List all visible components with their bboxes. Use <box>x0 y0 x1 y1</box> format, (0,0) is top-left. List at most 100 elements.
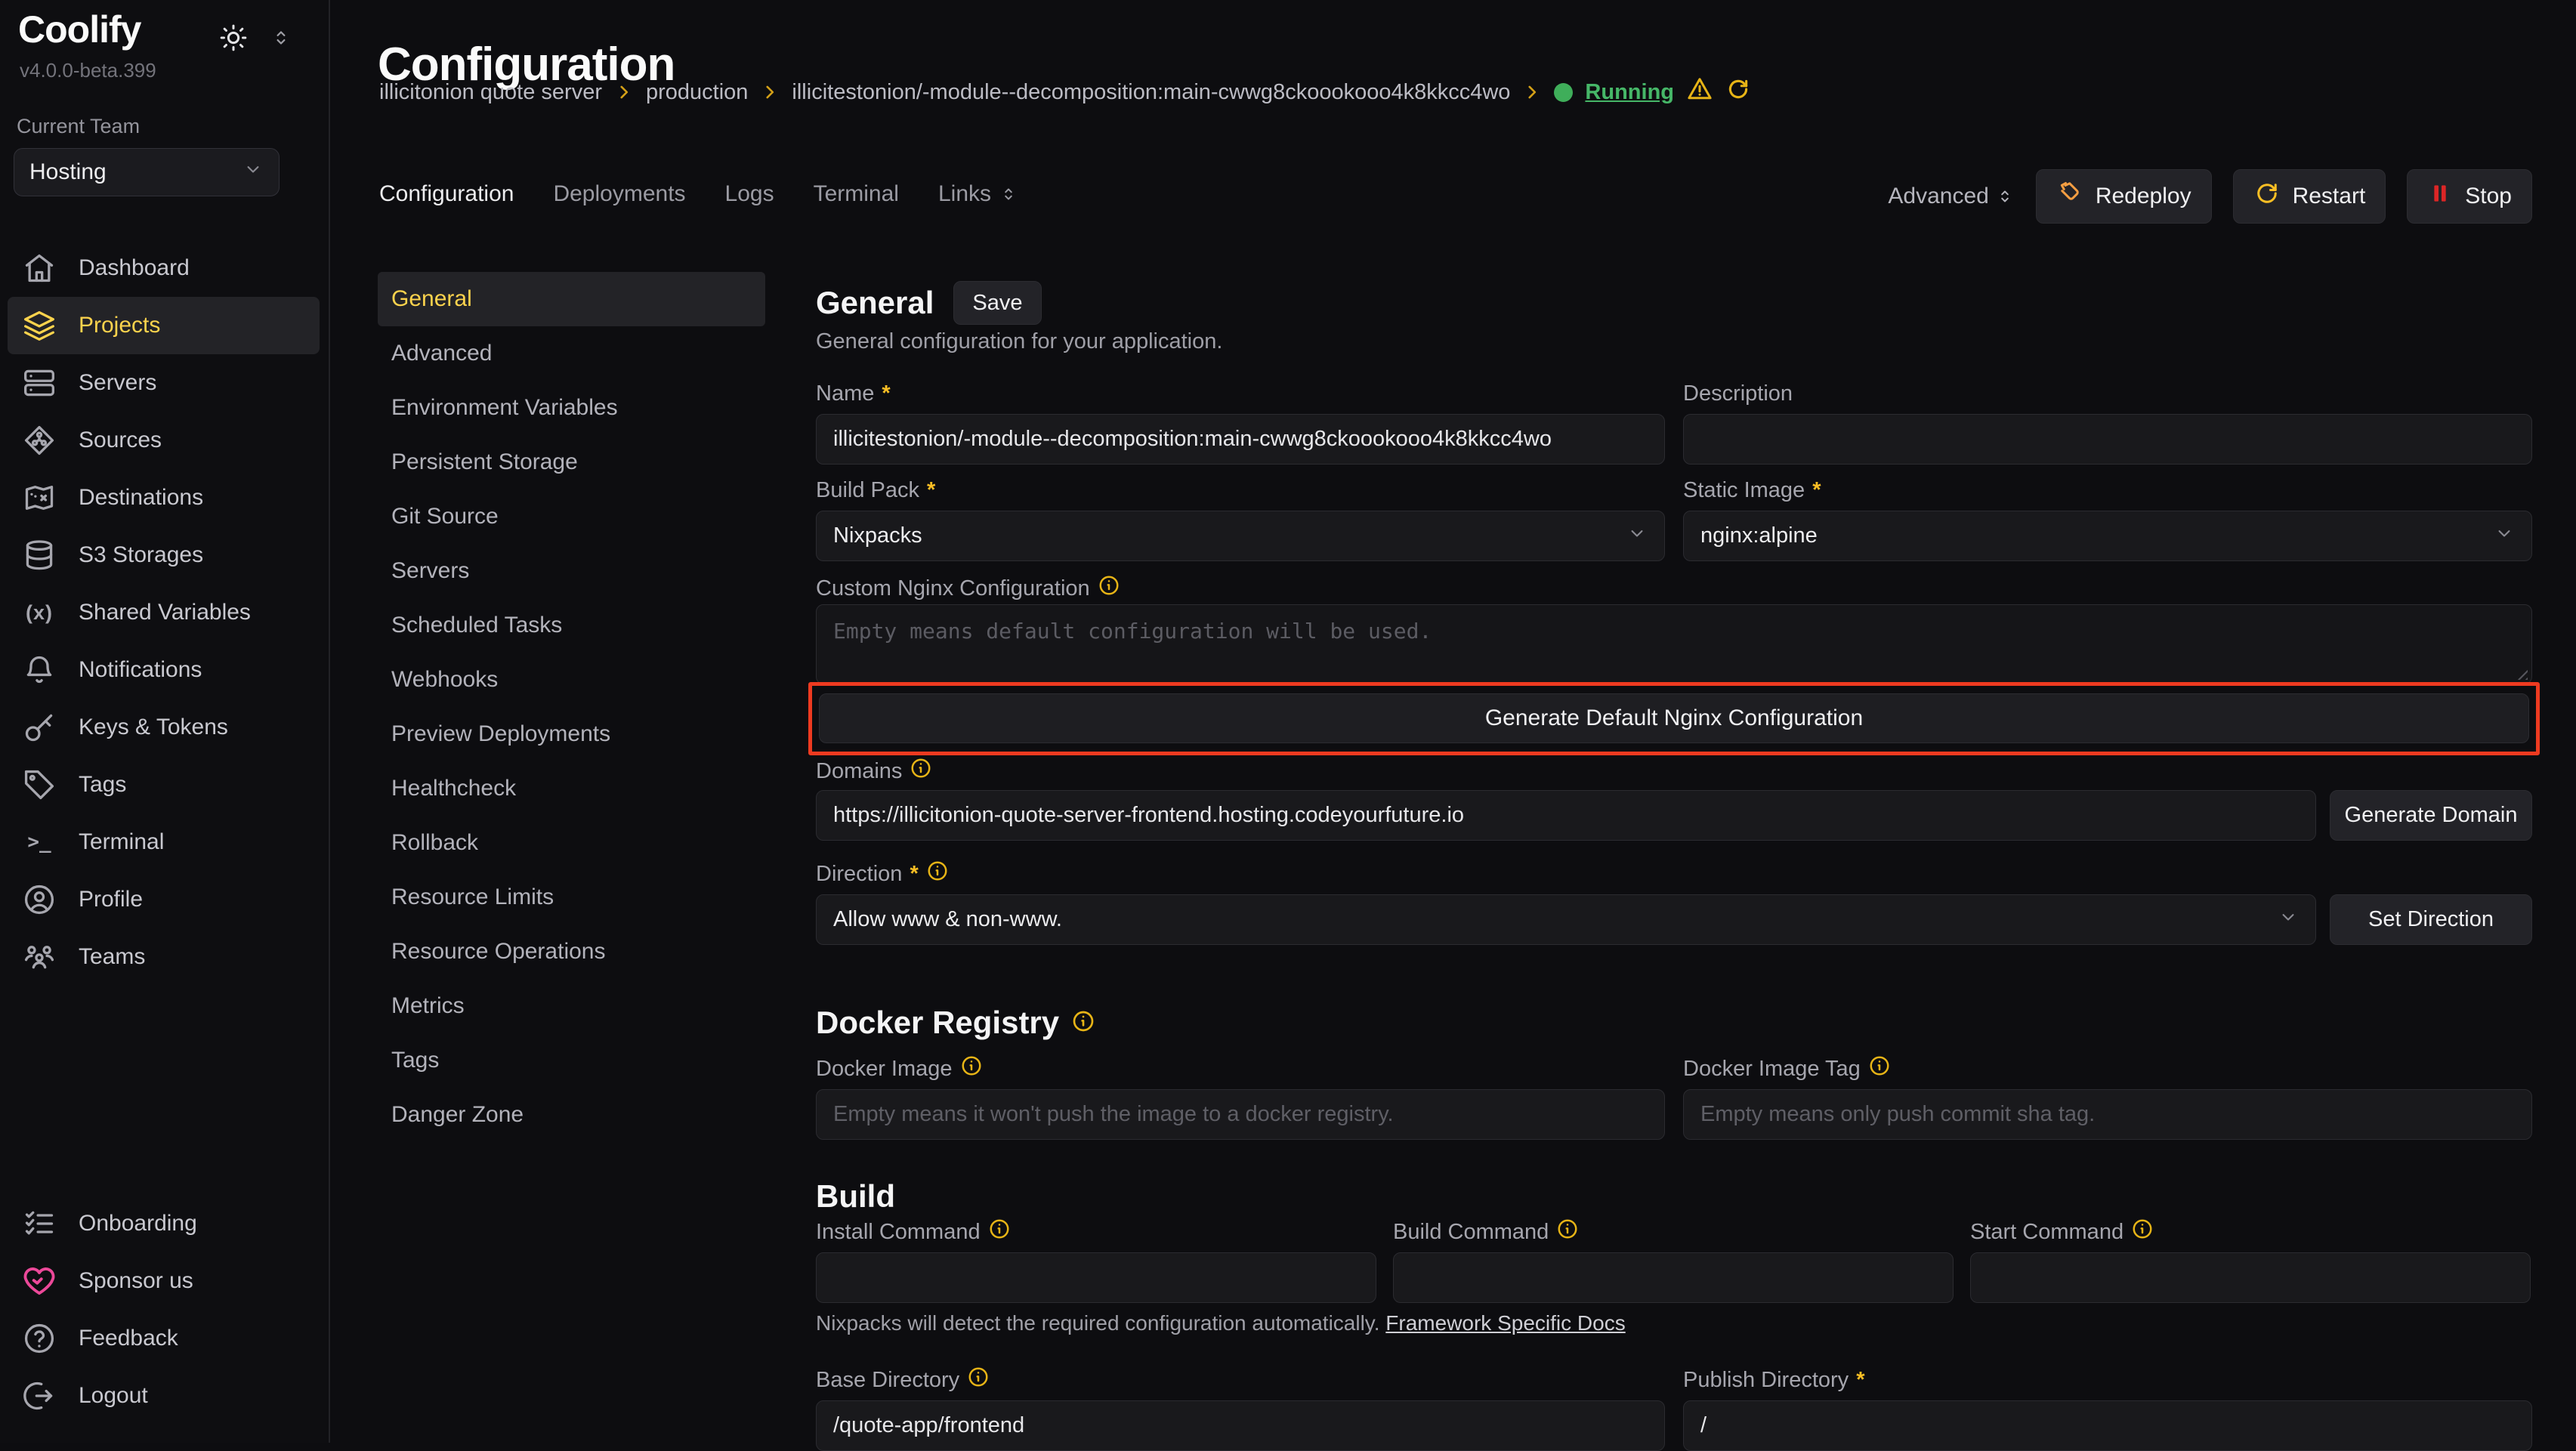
info-icon[interactable] <box>1098 574 1120 603</box>
section-heading-build: Build <box>816 1178 895 1215</box>
base-directory-label: Base Directory <box>816 1367 1665 1393</box>
info-icon[interactable] <box>926 860 949 888</box>
info-icon[interactable] <box>988 1218 1011 1246</box>
subnav-item-danger-zone[interactable]: Danger Zone <box>378 1088 765 1142</box>
sidebar-item-servers[interactable]: Servers <box>8 354 320 412</box>
info-icon[interactable] <box>910 757 932 786</box>
save-button[interactable]: Save <box>953 281 1041 325</box>
tab-deployments[interactable]: Deployments <box>553 181 685 207</box>
required-marker: * <box>927 478 935 503</box>
section-subtitle: General configuration for your applicati… <box>816 329 1222 354</box>
direction-select[interactable]: Allow www & non-www. <box>816 894 2316 945</box>
map-icon <box>23 481 56 514</box>
users-icon <box>23 940 56 974</box>
chevron-down-icon <box>242 159 264 186</box>
chevron-down-icon <box>2494 523 2515 550</box>
database-icon <box>23 539 56 572</box>
terminal-icon: >_ <box>23 826 56 859</box>
subnav-item-tags[interactable]: Tags <box>378 1033 765 1088</box>
sidebar-item-sponsor-us[interactable]: Sponsor us <box>8 1252 320 1310</box>
server-icon <box>23 366 56 400</box>
tab-logs[interactable]: Logs <box>725 181 774 207</box>
subnav-item-rollback[interactable]: Rollback <box>378 816 765 870</box>
breadcrumb-environment[interactable]: production <box>646 80 748 105</box>
sidebar-item-logout[interactable]: Logout <box>8 1367 320 1425</box>
sidebar-item-tags[interactable]: Tags <box>8 756 320 813</box>
sidebar-item-feedback[interactable]: Feedback <box>8 1310 320 1367</box>
domains-input[interactable] <box>816 790 2316 841</box>
generate-default-nginx-config-button[interactable]: Generate Default Nginx Configuration <box>819 693 2529 743</box>
install-command-input[interactable] <box>816 1252 1376 1303</box>
publish-directory-label: Publish Directory* <box>1683 1367 2532 1393</box>
subnav-item-webhooks[interactable]: Webhooks <box>378 653 765 707</box>
subnav-item-servers[interactable]: Servers <box>378 544 765 598</box>
app-logo[interactable]: Coolify <box>18 8 141 51</box>
info-icon[interactable] <box>1556 1218 1579 1246</box>
name-input[interactable] <box>816 414 1665 465</box>
chevron-down-icon <box>2278 906 2299 934</box>
subnav-item-advanced[interactable]: Advanced <box>378 326 765 381</box>
nixpacks-note: Nixpacks will detect the required config… <box>816 1311 1626 1335</box>
sidebar-item-teams[interactable]: Teams <box>8 928 320 986</box>
subnav-item-resource-limits[interactable]: Resource Limits <box>378 870 765 925</box>
subnav-item-persistent-storage[interactable]: Persistent Storage <box>378 435 765 489</box>
sidebar-item-s3-storages[interactable]: S3 Storages <box>8 526 320 584</box>
subnav-item-resource-operations[interactable]: Resource Operations <box>378 925 765 979</box>
set-direction-button[interactable]: Set Direction <box>2330 894 2532 945</box>
sidebar-item-sources[interactable]: Sources <box>8 412 320 469</box>
publish-directory-input[interactable] <box>1683 1400 2532 1451</box>
layers-icon <box>23 309 56 342</box>
sidebar-item-terminal[interactable]: >_ Terminal <box>8 813 320 871</box>
info-icon[interactable] <box>960 1054 983 1083</box>
framework-docs-link[interactable]: Framework Specific Docs <box>1385 1311 1625 1335</box>
chevrons-up-down-icon[interactable] <box>270 26 292 53</box>
start-command-input[interactable] <box>1970 1252 2531 1303</box>
domains-label: Domains <box>816 758 932 784</box>
theme-sun-icon[interactable] <box>218 23 249 57</box>
static-image-label: Static Image* <box>1683 477 2532 503</box>
variable-icon: (x) <box>23 596 56 629</box>
required-marker: * <box>1812 478 1821 503</box>
team-select-value: Hosting <box>29 159 107 185</box>
team-select[interactable]: Hosting <box>14 148 280 196</box>
sidebar-item-dashboard[interactable]: Dashboard <box>8 239 320 297</box>
subnav-item-healthcheck[interactable]: Healthcheck <box>378 761 765 816</box>
chevron-right-icon <box>760 82 780 102</box>
tab-configuration[interactable]: Configuration <box>379 181 514 207</box>
base-directory-input[interactable] <box>816 1400 1665 1451</box>
subnav-item-preview-deployments[interactable]: Preview Deployments <box>378 707 765 761</box>
sidebar-item-keys-tokens[interactable]: Keys & Tokens <box>8 699 320 756</box>
breadcrumb-project[interactable]: illicitonion quote server <box>379 80 602 105</box>
build-pack-select[interactable]: Nixpacks <box>816 511 1665 561</box>
bell-icon <box>23 653 56 687</box>
info-icon[interactable] <box>1071 1005 1095 1041</box>
subnav-item-general[interactable]: General <box>378 272 765 326</box>
home-icon <box>23 252 56 285</box>
sidebar-item-shared-variables[interactable]: (x) Shared Variables <box>8 584 320 641</box>
subnav-item-git-source[interactable]: Git Source <box>378 489 765 544</box>
custom-nginx-config-textarea[interactable] <box>816 604 2532 684</box>
sidebar-item-notifications[interactable]: Notifications <box>8 641 320 699</box>
section-heading-docker-registry: Docker Registry <box>816 1005 1095 1041</box>
docker-image-input[interactable] <box>816 1089 1665 1140</box>
subnav-item-scheduled-tasks[interactable]: Scheduled Tasks <box>378 598 765 653</box>
docker-image-tag-label: Docker Image Tag <box>1683 1056 2532 1082</box>
description-input[interactable] <box>1683 414 2532 465</box>
sidebar-item-profile[interactable]: Profile <box>8 871 320 928</box>
build-command-input[interactable] <box>1393 1252 1954 1303</box>
generate-domain-button[interactable]: Generate Domain <box>2330 790 2532 841</box>
sidebar-item-onboarding[interactable]: Onboarding <box>8 1195 320 1252</box>
sidebar-footer-nav: Onboarding Sponsor us Feedback Logout <box>0 1195 330 1425</box>
sidebar-item-projects[interactable]: Projects <box>8 297 320 354</box>
git-icon <box>23 424 56 457</box>
static-image-select[interactable]: nginx:alpine <box>1683 511 2532 561</box>
sidebar-item-destinations[interactable]: Destinations <box>8 469 320 526</box>
settings-subnav: General Advanced Environment Variables P… <box>378 272 765 1142</box>
info-icon[interactable] <box>2131 1218 2154 1246</box>
info-icon[interactable] <box>967 1366 990 1394</box>
checklist-icon <box>23 1207 56 1240</box>
docker-image-tag-input[interactable] <box>1683 1089 2532 1140</box>
subnav-item-environment-variables[interactable]: Environment Variables <box>378 381 765 435</box>
subnav-item-metrics[interactable]: Metrics <box>378 979 765 1033</box>
info-icon[interactable] <box>1868 1054 1891 1083</box>
